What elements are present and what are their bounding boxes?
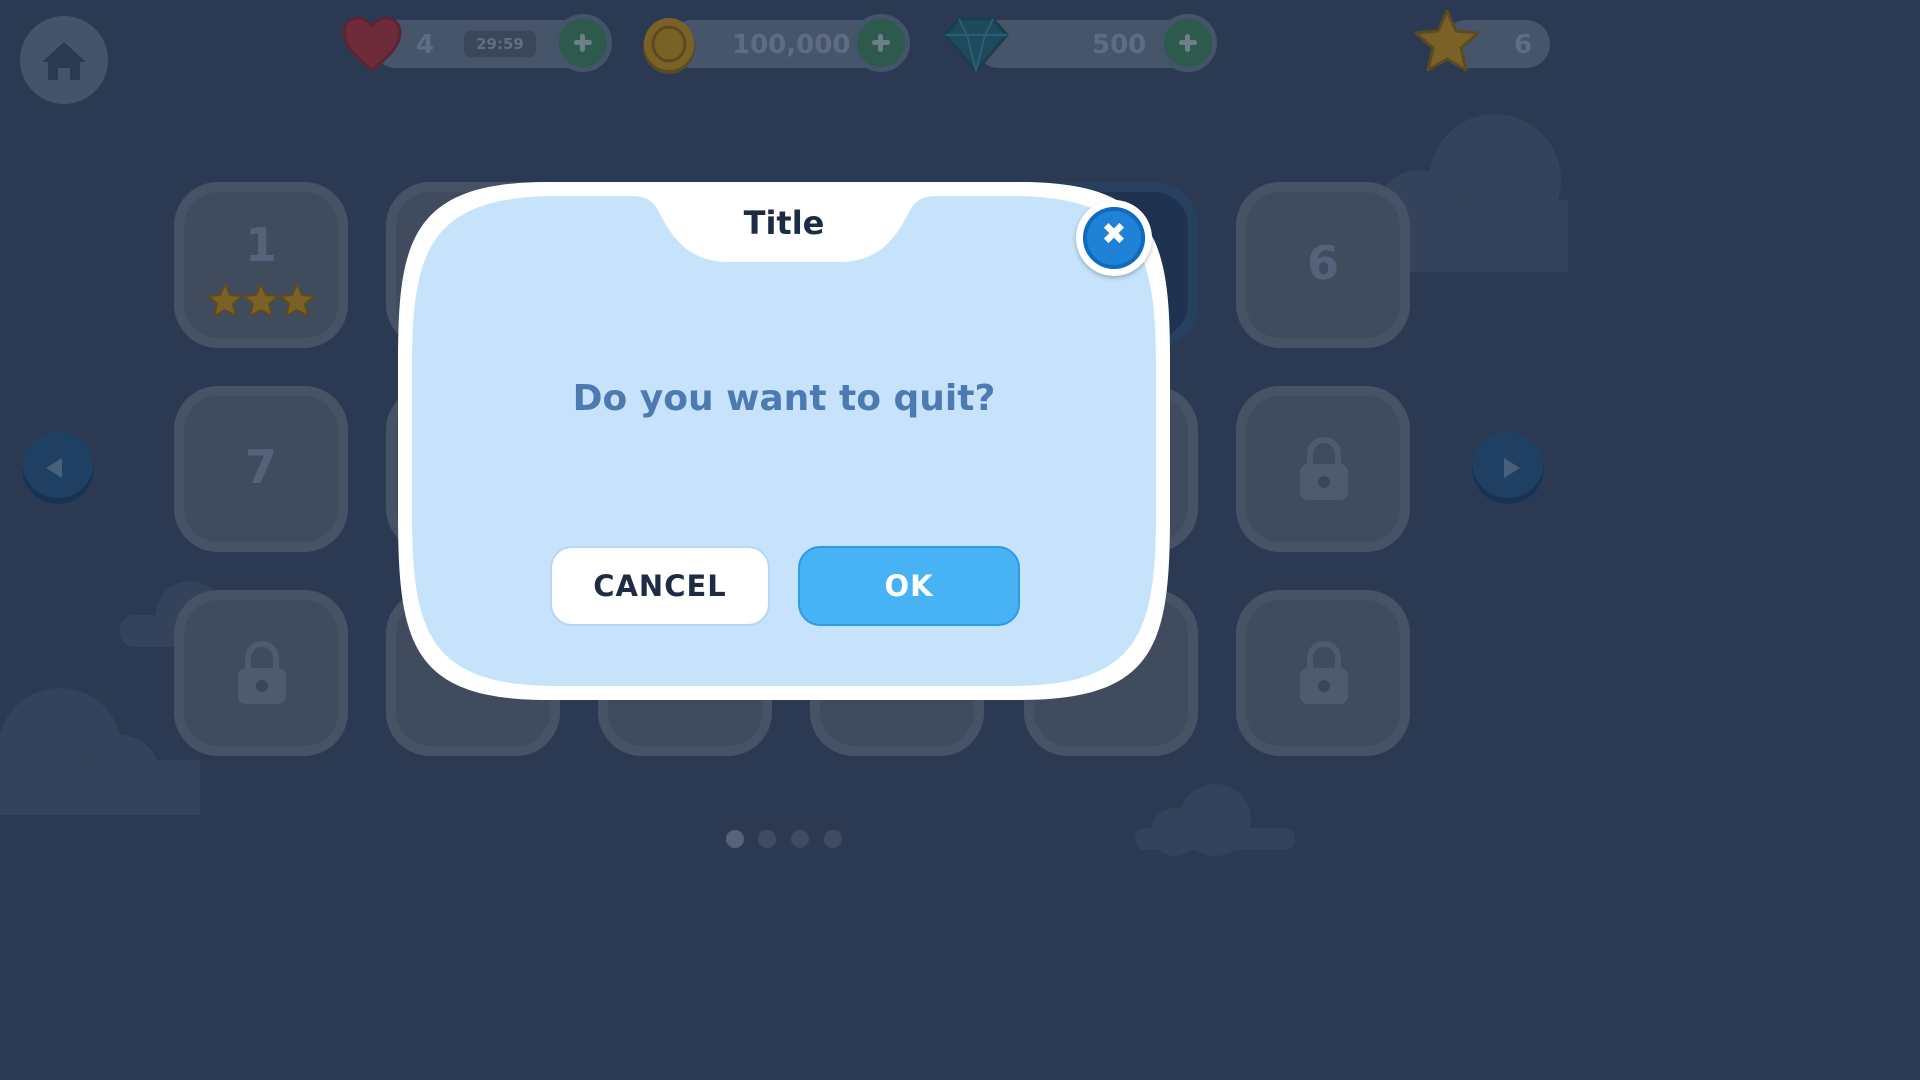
- lives-count: 4: [416, 30, 435, 60]
- add-gems-button[interactable]: [1159, 14, 1217, 72]
- lock-icon: [1300, 641, 1348, 704]
- level-number: 6: [1306, 236, 1339, 290]
- star-icon: [243, 283, 279, 317]
- arrow-right-icon: [1504, 458, 1520, 478]
- level-tile-locked: [1236, 590, 1410, 756]
- stars-count: 6: [1514, 30, 1533, 60]
- level-tile-7[interactable]: 7: [174, 386, 348, 552]
- home-button[interactable]: [20, 16, 108, 104]
- page-dot-4[interactable]: [824, 830, 842, 848]
- lives-timer: 29:59: [464, 31, 536, 57]
- close-icon: ✖: [1083, 207, 1145, 269]
- dialog-title: Title: [743, 204, 825, 242]
- add-coins-button[interactable]: [852, 14, 910, 72]
- cancel-button[interactable]: CANCEL: [550, 546, 770, 626]
- level-tile-1[interactable]: 1: [174, 182, 348, 348]
- quit-dialog: Title Do you want to quit? CANCEL OK ✖: [398, 182, 1170, 700]
- page-dot-3[interactable]: [791, 830, 809, 848]
- star-icon: [279, 283, 315, 317]
- coins-count: 100,000: [732, 30, 851, 60]
- lock-icon: [238, 641, 286, 704]
- level-tile-6[interactable]: 6: [1236, 182, 1410, 348]
- level-tile-locked: [174, 590, 348, 756]
- add-lives-button[interactable]: [554, 14, 612, 72]
- home-icon: [42, 42, 86, 80]
- level-stars: [207, 283, 315, 317]
- level-number: 1: [244, 218, 277, 272]
- page-dot-1[interactable]: [726, 830, 744, 848]
- level-tile-locked: [1236, 386, 1410, 552]
- gems-count: 500: [1092, 30, 1147, 60]
- dialog-panel: [398, 182, 1170, 700]
- level-number: 7: [244, 440, 277, 494]
- dialog-message: Do you want to quit?: [572, 378, 996, 419]
- close-icon-glyph: ✖: [1101, 217, 1127, 252]
- prev-page-button[interactable]: [22, 432, 94, 504]
- gem-icon: [943, 17, 1009, 73]
- close-button[interactable]: ✖: [1076, 200, 1152, 276]
- coin-icon: [643, 18, 695, 74]
- arrow-left-icon: [46, 458, 62, 478]
- page-dot-2[interactable]: [758, 830, 776, 848]
- ok-button[interactable]: OK: [798, 546, 1020, 626]
- heart-icon: [342, 16, 402, 72]
- lock-icon: [1300, 437, 1348, 500]
- star-icon: [207, 283, 243, 317]
- next-page-button[interactable]: [1472, 432, 1544, 504]
- star-icon: [1414, 9, 1480, 72]
